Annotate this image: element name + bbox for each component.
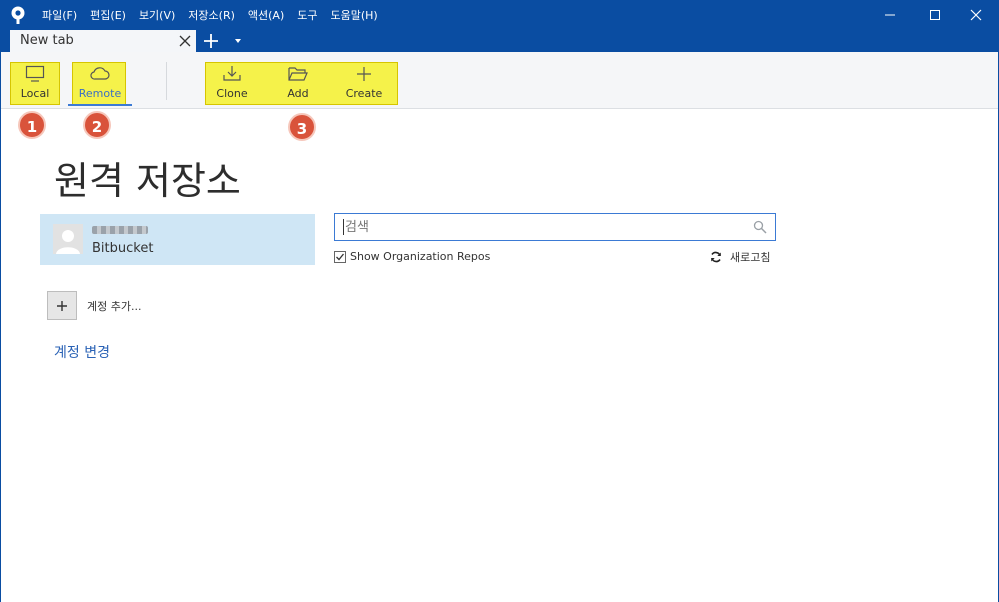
local-label: Local	[20, 87, 50, 100]
add-account-label[interactable]: 계정 추가...	[87, 298, 141, 314]
menu-edit[interactable]: 편집(E)	[90, 7, 126, 23]
toolbar-separator	[166, 62, 167, 100]
refresh-icon	[711, 251, 721, 263]
clone-label: Clone	[216, 87, 248, 100]
refresh-button[interactable]: 새로고침	[710, 249, 770, 265]
remote-label: Remote	[78, 87, 122, 100]
clone-button[interactable]: Clone	[208, 65, 256, 100]
local-button[interactable]: Local	[12, 65, 58, 100]
search-box[interactable]	[334, 213, 776, 241]
window-border-left	[0, 30, 1, 602]
account-list-item[interactable]: Bitbucket	[40, 214, 315, 265]
add-label: Add	[287, 87, 309, 100]
change-account-link[interactable]: 계정 변경	[54, 342, 110, 362]
show-org-repos-option[interactable]: Show Organization Repos	[334, 250, 490, 263]
page-title: 원격 저장소	[54, 159, 241, 203]
add-button[interactable]: Add	[274, 65, 322, 100]
maximize-button[interactable]	[912, 0, 958, 30]
monitor-icon	[25, 65, 45, 82]
avatar	[53, 224, 83, 254]
annotation-badge-2: 2	[83, 111, 111, 139]
search-icon	[753, 220, 767, 234]
active-tab-underline	[68, 104, 132, 106]
plus-icon	[357, 67, 371, 81]
tab-close-icon[interactable]	[178, 34, 192, 48]
download-icon	[223, 66, 241, 81]
remote-button[interactable]: Remote	[74, 65, 126, 100]
annotation-badge-1: 1	[18, 111, 46, 139]
tab-bar: New tab	[0, 30, 999, 52]
text-caret	[343, 219, 344, 235]
close-icon	[970, 9, 982, 21]
refresh-label: 새로고침	[730, 251, 771, 264]
show-org-repos-checkbox[interactable]	[334, 250, 346, 263]
sourcetree-logo-icon	[11, 6, 25, 24]
menu-help[interactable]: 도움말(H)	[331, 7, 378, 23]
search-input[interactable]	[345, 214, 745, 240]
toolbar: Local Remote Clone Add Create	[0, 52, 999, 109]
account-name-redacted	[92, 226, 148, 234]
add-account-button[interactable]	[47, 291, 77, 320]
user-avatar-icon	[53, 224, 83, 254]
create-label: Create	[345, 87, 383, 100]
show-org-repos-label: Show Organization Repos	[350, 250, 491, 263]
menu-bar: 파일(F) 편집(E) 보기(V) 저장소(R) 액션(A) 도구 도움말(H)	[42, 0, 391, 30]
new-tab-plus-icon[interactable]	[202, 32, 220, 50]
menu-actions[interactable]: 액션(A)	[248, 7, 284, 23]
tab-label: New tab	[20, 33, 74, 48]
plus-icon	[57, 300, 67, 311]
title-bar: 파일(F) 편집(E) 보기(V) 저장소(R) 액션(A) 도구 도움말(H)	[0, 0, 999, 30]
create-button[interactable]: Create	[340, 65, 388, 100]
menu-tools[interactable]: 도구	[297, 7, 317, 23]
minimize-button[interactable]	[867, 0, 913, 30]
menu-repository[interactable]: 저장소(R)	[188, 7, 235, 23]
cloud-icon	[90, 67, 110, 80]
checkmark-icon	[336, 253, 345, 260]
tab-new-tab[interactable]: New tab	[10, 30, 196, 52]
minimize-icon	[885, 14, 895, 16]
menu-file[interactable]: 파일(F)	[42, 7, 77, 23]
maximize-icon	[930, 10, 940, 20]
close-window-button[interactable]	[953, 0, 999, 30]
annotation-badge-3: 3	[288, 113, 316, 141]
menu-view[interactable]: 보기(V)	[139, 7, 175, 23]
account-provider: Bitbucket	[92, 241, 154, 256]
tab-dropdown-icon[interactable]	[232, 36, 244, 46]
folder-open-icon	[288, 67, 308, 81]
